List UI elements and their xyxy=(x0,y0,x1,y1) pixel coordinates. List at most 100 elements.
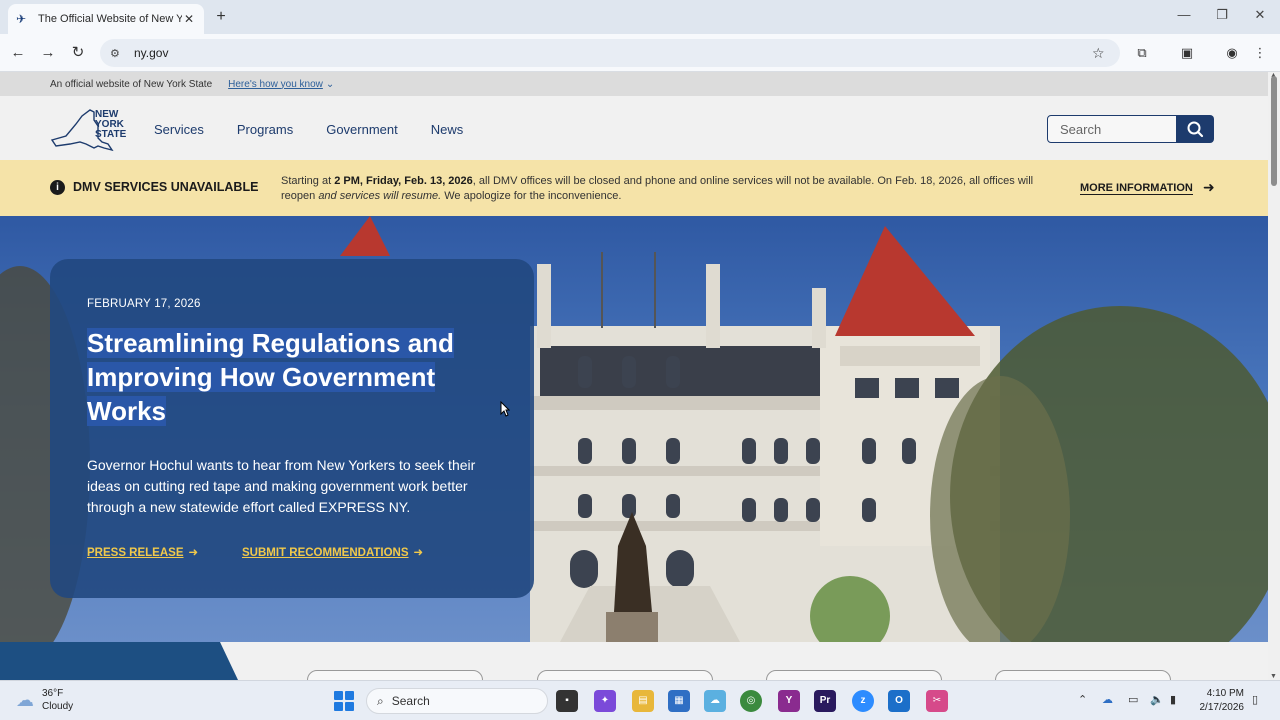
alert-text-date: 2 PM, Friday, Feb. 13, 2026 xyxy=(334,175,473,187)
hero-section: FEBRUARY 17, 2026 Streamlining Regulatio… xyxy=(0,216,1268,642)
notification-icon[interactable]: ▯ xyxy=(1252,693,1258,706)
more-information-link[interactable]: MORE INFORMATION xyxy=(1080,182,1193,195)
new-tab-button[interactable]: + xyxy=(212,8,230,26)
file-explorer-icon[interactable]: ▤ xyxy=(632,690,654,712)
official-site-banner: An official website of New York State He… xyxy=(0,72,1268,96)
menu-kebab-icon[interactable]: ⋮ xyxy=(1250,43,1270,63)
logo-line-3: STATE xyxy=(95,129,127,140)
official-notice: An official website of New York State xyxy=(50,78,213,90)
minimize-button[interactable]: — xyxy=(1174,7,1194,22)
nav-news[interactable]: News xyxy=(431,122,464,137)
nav-services[interactable]: Services xyxy=(154,122,204,137)
service-card[interactable] xyxy=(537,670,713,680)
bookmark-star-icon[interactable]: ☆ xyxy=(1092,45,1110,62)
site-info-icon[interactable]: ⚙ xyxy=(110,47,126,60)
hero-title-line-3: Works xyxy=(87,396,166,426)
scroll-down-icon[interactable]: ▼ xyxy=(1270,673,1277,680)
premiere-icon[interactable]: Pr xyxy=(814,690,836,712)
service-card[interactable] xyxy=(995,670,1171,680)
cast-icon[interactable]: ▣ xyxy=(1177,43,1197,63)
info-icon: i xyxy=(50,180,65,195)
press-release-label: PRESS RELEASE xyxy=(87,547,184,559)
alert-title: DMV SERVICES UNAVAILABLE xyxy=(73,180,259,194)
reload-icon[interactable]: ↻ xyxy=(68,43,88,63)
service-card[interactable] xyxy=(307,670,483,680)
volume-icon[interactable]: 🔈 xyxy=(1150,693,1164,706)
service-card[interactable] xyxy=(766,670,942,680)
tab-title: The Official Website of New York State xyxy=(38,13,182,25)
hero-title-line-1: Streamlining Regulations and xyxy=(87,328,454,358)
mouse-cursor-icon xyxy=(500,401,510,417)
windows-taskbar: ☁ 36°F Cloudy ⌕ Search ▪ ✦ ▤ ▦ ☁ ◎ Y Pr … xyxy=(0,680,1280,720)
how-you-know-label: Here's how you know xyxy=(228,78,323,90)
url-text[interactable]: ny.gov xyxy=(134,46,1092,60)
chevron-up-icon[interactable]: ⌃ xyxy=(1078,693,1087,706)
submit-recommendations-link[interactable]: SUBMIT RECOMMENDATIONS ➜ xyxy=(242,545,423,559)
decorative-corner xyxy=(0,642,238,680)
alert-text-prefix: Starting at xyxy=(281,175,335,187)
back-arrow-icon[interactable]: ← xyxy=(8,43,28,63)
network-icon[interactable]: ▭ xyxy=(1128,693,1138,706)
forward-arrow-icon[interactable]: → xyxy=(38,43,58,63)
press-release-link[interactable]: PRESS RELEASE ➜ xyxy=(87,545,198,559)
chrome-icon[interactable]: ◎ xyxy=(740,690,762,712)
chevron-down-icon: ⌄ xyxy=(325,78,335,90)
browser-tab[interactable]: ✈ The Official Website of New York State… xyxy=(8,4,204,34)
nys-favicon-icon: ✈ xyxy=(16,12,27,26)
close-window-button[interactable]: ✕ xyxy=(1250,7,1270,23)
system-clock[interactable]: 4:10 PM 2/17/2026 xyxy=(1196,687,1245,715)
hero-card: FEBRUARY 17, 2026 Streamlining Regulatio… xyxy=(50,259,534,598)
address-bar[interactable]: ⚙ ny.gov ☆ xyxy=(100,39,1120,67)
onedrive-tray-icon[interactable]: ☁ xyxy=(1102,693,1113,706)
arrow-right-icon[interactable]: ➜ xyxy=(1203,179,1215,196)
main-nav: Services Programs Government News xyxy=(154,122,496,137)
scroll-thumb[interactable] xyxy=(1271,76,1277,186)
site-header: NEW YORK STATE Services Programs Governm… xyxy=(0,96,1268,160)
how-you-know-link[interactable]: Here's how you know ⌄ xyxy=(228,79,334,90)
weather-temp: 36°F xyxy=(42,688,64,699)
browser-tab-bar: ✈ The Official Website of New York State… xyxy=(0,0,1280,34)
hero-date: FEBRUARY 17, 2026 xyxy=(87,298,201,310)
arrow-right-icon: ➜ xyxy=(413,547,424,559)
taskbar-search[interactable]: ⌕ Search xyxy=(366,688,548,714)
hero-title: Streamlining Regulations and Improving H… xyxy=(87,326,507,428)
extensions-icon[interactable]: ⧉ xyxy=(1132,43,1152,63)
profile-icon[interactable]: ◉ xyxy=(1222,43,1242,63)
below-fold-section xyxy=(0,642,1268,680)
weather-condition: Cloudy xyxy=(42,701,74,712)
dmv-alert-banner: i DMV SERVICES UNAVAILABLE Starting at 2… xyxy=(0,160,1268,216)
site-search-input[interactable]: Search xyxy=(1047,115,1177,143)
zoom-icon[interactable]: z xyxy=(852,690,874,712)
submit-recommendations-label: SUBMIT RECOMMENDATIONS xyxy=(242,547,409,559)
weather-widget[interactable]: ☁ 36°F Cloudy xyxy=(16,687,73,713)
arrow-right-icon: ➜ xyxy=(188,547,199,559)
search-icon: ⌕ xyxy=(377,693,384,708)
page-scrollbar[interactable]: ▲ ▼ xyxy=(1268,72,1280,680)
cloud-icon: ☁ xyxy=(16,689,34,710)
nav-programs[interactable]: Programs xyxy=(237,122,293,137)
app-icon[interactable]: Y xyxy=(778,690,800,712)
nav-government[interactable]: Government xyxy=(326,122,398,137)
site-search-button[interactable] xyxy=(1176,115,1214,143)
logo-wordmark: NEW YORK STATE xyxy=(95,110,135,140)
clock-date: 2/17/2026 xyxy=(1199,702,1245,713)
task-view-icon[interactable]: ▪ xyxy=(556,690,578,712)
windows-start-icon[interactable] xyxy=(334,691,354,711)
search-icon xyxy=(1187,121,1204,138)
alert-message: Starting at 2 PM, Friday, Feb. 13, 2026,… xyxy=(281,174,1061,204)
taskbar-search-label: Search xyxy=(391,694,430,708)
browser-toolbar: ← → ↻ ⚙ ny.gov ☆ ⧉ ▣ ◉ ⋮ xyxy=(0,34,1280,72)
alert-text-italic: and services will resume. xyxy=(318,190,442,202)
clock-time: 4:10 PM xyxy=(1206,688,1244,699)
outlook-icon[interactable]: O xyxy=(888,690,910,712)
store-icon[interactable]: ▦ xyxy=(668,690,690,712)
alert-text-suffix: We apologize for the inconvenience. xyxy=(441,190,622,202)
battery-icon[interactable]: ▮ xyxy=(1170,693,1176,706)
snipping-tool-icon[interactable]: ✂ xyxy=(926,690,948,712)
hero-title-line-2: Improving How Government xyxy=(87,362,436,392)
tab-close-icon[interactable]: ✕ xyxy=(182,12,196,26)
onedrive-icon[interactable]: ☁ xyxy=(704,690,726,712)
hero-description: Governor Hochul wants to hear from New Y… xyxy=(87,457,476,515)
maximize-button[interactable]: ❐ xyxy=(1212,7,1232,23)
copilot-icon[interactable]: ✦ xyxy=(594,690,616,712)
